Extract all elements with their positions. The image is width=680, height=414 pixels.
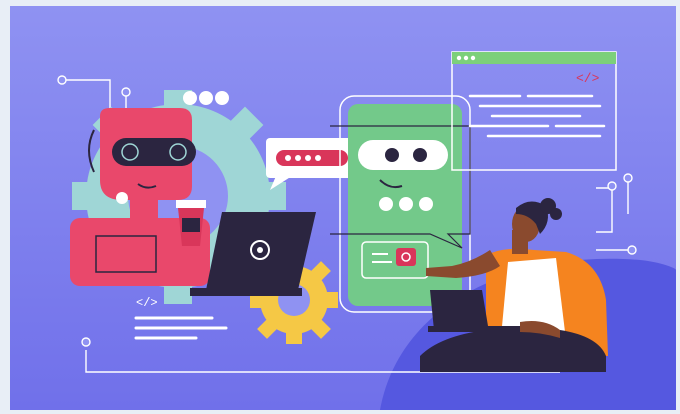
svg-text:</>: </>	[136, 296, 158, 310]
code-brackets-icon: </>	[136, 296, 158, 310]
illustration-scene: </> </>	[0, 0, 680, 414]
illustration-svg: </> </>	[0, 0, 680, 414]
svg-text:</>: </>	[576, 71, 600, 86]
gear-dots	[183, 91, 229, 105]
phone-icon	[339, 95, 471, 313]
